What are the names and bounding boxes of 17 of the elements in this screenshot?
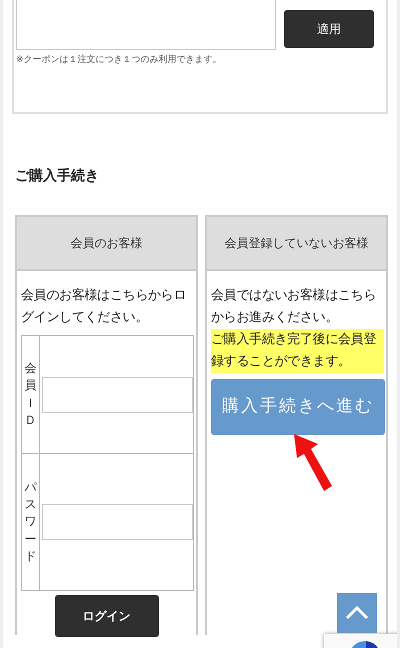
input-field[interactable] xyxy=(42,504,193,540)
panel-header: 会員登録していないお客様 xyxy=(207,217,386,271)
back-to-top-button[interactable] xyxy=(337,593,377,633)
panel-header: 会員のお客様 xyxy=(17,217,196,271)
section-title: ご購入手続き xyxy=(15,167,100,186)
field-label: 会員ＩＤ xyxy=(24,360,36,429)
highlighted-note: ご購入手続き完了後に会員登録することができます。 xyxy=(211,329,384,373)
input-field[interactable] xyxy=(42,376,193,412)
apply-button[interactable]: 適用 xyxy=(284,10,374,48)
coupon-note: ※クーポンは１注文につき１つのみ利用できます。 xyxy=(16,54,223,67)
field-label: パスワード xyxy=(24,478,36,566)
chevron-up-icon xyxy=(345,606,369,620)
annotation-arrow xyxy=(292,432,334,494)
member-description: 会員のお客様はこちらからログインしてください。 xyxy=(20,287,188,327)
guest-description: 会員ではないお客様はこちらからお進みください。 xyxy=(211,287,378,327)
login-button[interactable]: ログイン xyxy=(54,595,158,637)
coupon-input-field[interactable] xyxy=(16,0,276,50)
